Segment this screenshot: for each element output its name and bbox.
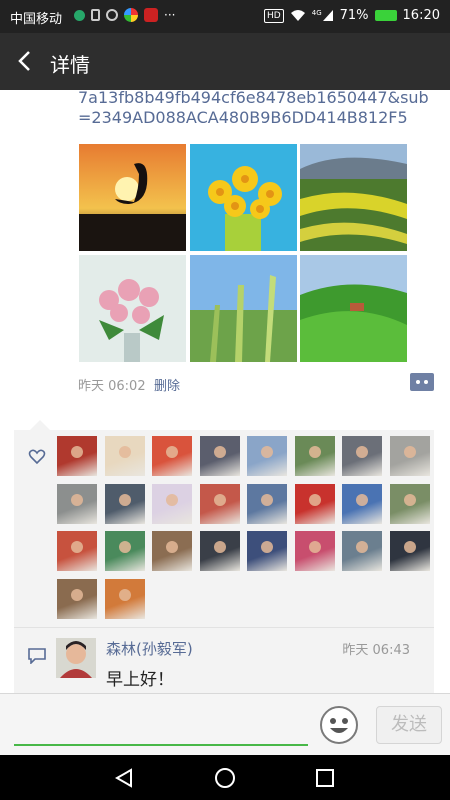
liker-avatar[interactable] bbox=[104, 436, 145, 476]
liker-avatar[interactable] bbox=[152, 531, 192, 571]
liker-avatar[interactable] bbox=[199, 483, 240, 524]
page-title: 详情 bbox=[50, 53, 90, 77]
liker-avatar[interactable] bbox=[389, 436, 430, 476]
circle-home-icon[interactable] bbox=[214, 767, 236, 789]
square-recent-icon[interactable] bbox=[314, 767, 336, 789]
liker-avatar[interactable] bbox=[104, 483, 145, 524]
comment-icon bbox=[28, 648, 46, 664]
post-detail: 7a13fb8b49fb494cf6e8478eb1650447&sub=234… bbox=[0, 90, 450, 693]
liker-avatar[interactable] bbox=[199, 436, 240, 476]
status-bar: 中国移动 ··· HD 4G 71% 16:20 bbox=[0, 0, 450, 33]
liker-avatar[interactable] bbox=[342, 531, 382, 571]
notification-icons: ··· bbox=[74, 8, 175, 22]
commenter-name[interactable]: 森林(孙毅军) bbox=[106, 638, 193, 659]
smiley-icon[interactable] bbox=[319, 705, 359, 745]
more-notifications-icon: ··· bbox=[164, 8, 176, 22]
send-button[interactable]: 发送 bbox=[376, 706, 442, 744]
photo-terraced-fields[interactable] bbox=[300, 144, 407, 251]
photo-pink-roses[interactable] bbox=[79, 255, 186, 362]
battery-icon bbox=[374, 10, 397, 21]
usb-icon bbox=[91, 9, 100, 21]
liker-avatar[interactable] bbox=[57, 531, 97, 571]
liker-avatar[interactable] bbox=[342, 483, 382, 524]
liker-avatar[interactable] bbox=[152, 436, 192, 476]
app-icon bbox=[124, 8, 138, 22]
liker-avatar[interactable] bbox=[57, 578, 97, 619]
sync-icon bbox=[106, 9, 118, 21]
photo-yellow-daisies[interactable] bbox=[190, 144, 297, 251]
comment-input-bar: 发送 bbox=[0, 693, 450, 755]
comment-input[interactable] bbox=[14, 702, 308, 746]
liker-avatar[interactable] bbox=[152, 483, 192, 524]
system-nav-bar bbox=[0, 755, 450, 800]
chevron-left-icon[interactable] bbox=[12, 47, 40, 75]
comment-options-icon[interactable] bbox=[410, 373, 434, 391]
carrier-label: 中国移动 bbox=[10, 12, 63, 27]
heart-icon bbox=[28, 449, 46, 465]
liker-avatar[interactable] bbox=[104, 578, 145, 619]
wifi-icon bbox=[290, 10, 305, 21]
liker-avatar[interactable] bbox=[247, 483, 287, 524]
comment-time: 昨天 06:43 bbox=[342, 643, 410, 658]
liker-avatar[interactable] bbox=[199, 531, 240, 571]
liker-avatar[interactable] bbox=[104, 531, 145, 571]
photo-wheat-ears[interactable] bbox=[190, 255, 297, 362]
liker-avatar[interactable] bbox=[389, 483, 430, 524]
liker-avatar[interactable] bbox=[389, 531, 430, 571]
triangle-back-icon[interactable] bbox=[113, 767, 135, 789]
clock: 16:20 bbox=[402, 8, 440, 23]
app-icon bbox=[144, 8, 158, 22]
liker-avatar[interactable] bbox=[294, 483, 335, 524]
comment-text: 早上好！ bbox=[106, 670, 174, 690]
liker-avatar[interactable] bbox=[294, 531, 335, 571]
post-time: 昨天 06:02 bbox=[78, 379, 146, 394]
app-icon bbox=[74, 9, 85, 21]
liker-avatar[interactable] bbox=[57, 483, 97, 524]
liker-avatar[interactable] bbox=[247, 531, 287, 571]
network-label: 4G bbox=[311, 8, 322, 17]
delete-link[interactable]: 删除 bbox=[154, 375, 180, 394]
likes-caret bbox=[30, 420, 50, 430]
photo-crane-sunset[interactable] bbox=[79, 144, 186, 251]
post-link-text[interactable]: 7a13fb8b49fb494cf6e8478eb1650447&sub=234… bbox=[78, 90, 438, 128]
title-bar: 详情 bbox=[0, 33, 450, 90]
photo-green-hills[interactable] bbox=[300, 255, 407, 362]
hd-badge: HD bbox=[264, 8, 284, 23]
commenter-avatar[interactable] bbox=[56, 638, 96, 678]
liker-avatar[interactable] bbox=[247, 436, 287, 476]
liker-avatar[interactable] bbox=[342, 436, 382, 476]
liker-avatar[interactable] bbox=[57, 436, 97, 476]
liker-avatar[interactable] bbox=[294, 436, 335, 476]
battery-percent: 71% bbox=[339, 8, 369, 23]
signal-icon bbox=[322, 10, 333, 21]
